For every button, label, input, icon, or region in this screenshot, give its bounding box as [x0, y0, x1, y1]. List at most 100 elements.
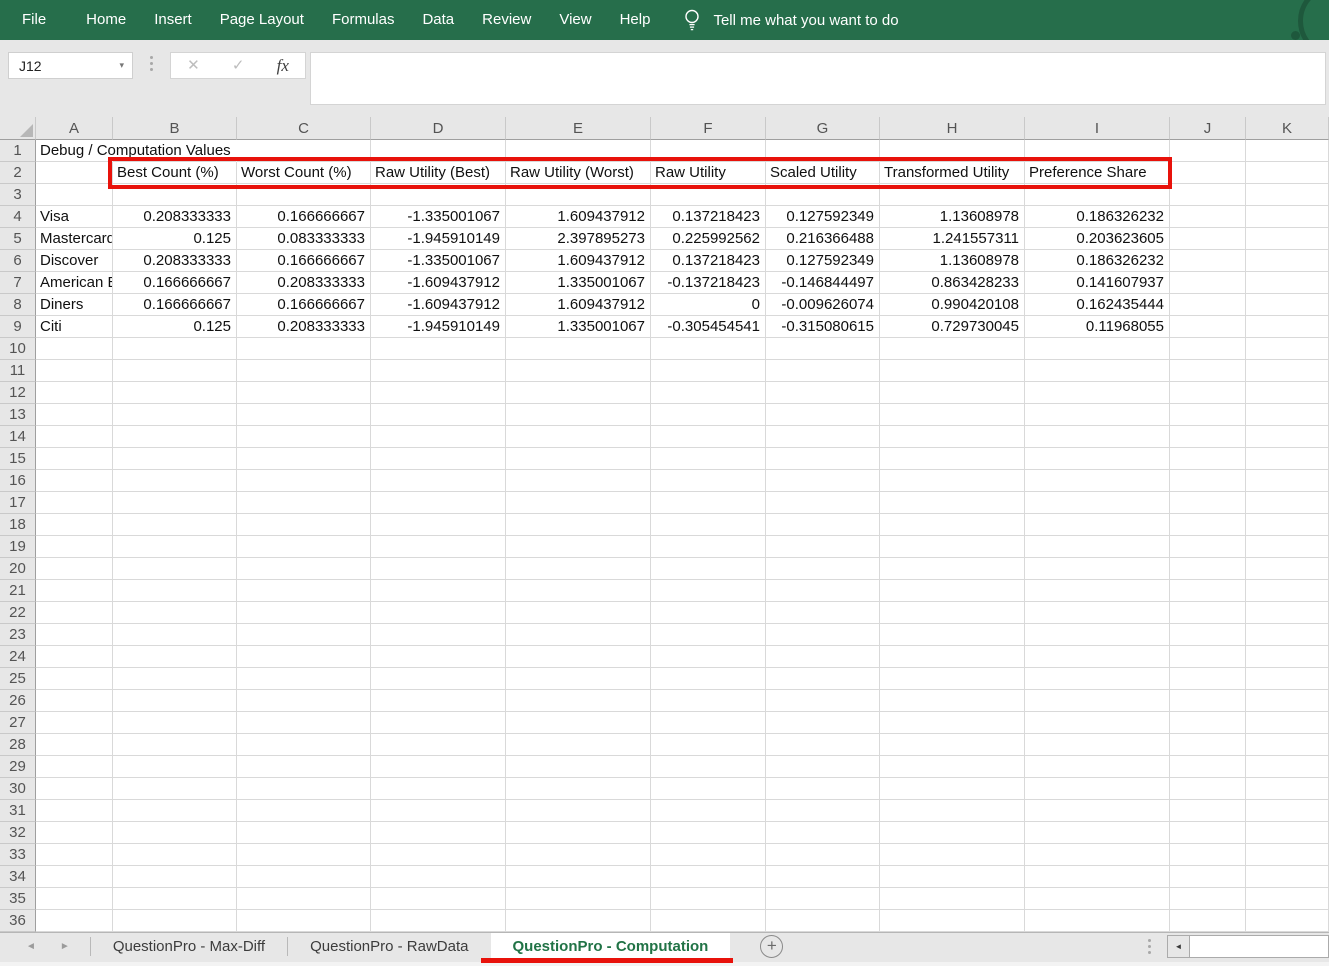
cell-D14[interactable]: [371, 426, 506, 448]
cell-B14[interactable]: [113, 426, 237, 448]
cell-B27[interactable]: [113, 712, 237, 734]
cell-D3[interactable]: [371, 184, 506, 206]
cell-I31[interactable]: [1025, 800, 1170, 822]
cell-J11[interactable]: [1170, 360, 1246, 382]
cell-K21[interactable]: [1246, 580, 1329, 602]
cell-B21[interactable]: [113, 580, 237, 602]
row-header-28[interactable]: 28: [0, 734, 36, 756]
cell-G25[interactable]: [766, 668, 880, 690]
ribbon-tab-insert[interactable]: Insert: [140, 0, 206, 40]
cell-A3[interactable]: [36, 184, 113, 206]
cell-J36[interactable]: [1170, 910, 1246, 932]
cancel-icon[interactable]: ✕: [187, 58, 200, 73]
name-box[interactable]: J12 ▾: [8, 52, 133, 79]
cell-G23[interactable]: [766, 624, 880, 646]
cell-A6[interactable]: Discover: [36, 250, 113, 272]
cell-F25[interactable]: [651, 668, 766, 690]
cell-J17[interactable]: [1170, 492, 1246, 514]
cell-D30[interactable]: [371, 778, 506, 800]
cell-H20[interactable]: [880, 558, 1025, 580]
cell-B2[interactable]: Best Count (%): [113, 162, 237, 184]
cell-J15[interactable]: [1170, 448, 1246, 470]
cell-I32[interactable]: [1025, 822, 1170, 844]
cell-B31[interactable]: [113, 800, 237, 822]
cell-K17[interactable]: [1246, 492, 1329, 514]
cell-B20[interactable]: [113, 558, 237, 580]
cell-F21[interactable]: [651, 580, 766, 602]
cell-G15[interactable]: [766, 448, 880, 470]
cell-G36[interactable]: [766, 910, 880, 932]
cell-C15[interactable]: [237, 448, 371, 470]
cell-G19[interactable]: [766, 536, 880, 558]
cell-K31[interactable]: [1246, 800, 1329, 822]
cell-G27[interactable]: [766, 712, 880, 734]
cell-H23[interactable]: [880, 624, 1025, 646]
cell-K28[interactable]: [1246, 734, 1329, 756]
cell-I3[interactable]: [1025, 184, 1170, 206]
cell-E23[interactable]: [506, 624, 651, 646]
cell-K8[interactable]: [1246, 294, 1329, 316]
cell-F30[interactable]: [651, 778, 766, 800]
cell-A8[interactable]: Diners: [36, 294, 113, 316]
cell-G29[interactable]: [766, 756, 880, 778]
row-header-17[interactable]: 17: [0, 492, 36, 514]
column-header-I[interactable]: I: [1025, 117, 1170, 140]
cell-C22[interactable]: [237, 602, 371, 624]
cell-G21[interactable]: [766, 580, 880, 602]
cell-K34[interactable]: [1246, 866, 1329, 888]
cell-E18[interactable]: [506, 514, 651, 536]
cell-I2[interactable]: Preference Share: [1025, 162, 1170, 184]
cell-F8[interactable]: 0: [651, 294, 766, 316]
cell-C33[interactable]: [237, 844, 371, 866]
cell-F11[interactable]: [651, 360, 766, 382]
row-header-26[interactable]: 26: [0, 690, 36, 712]
cell-D15[interactable]: [371, 448, 506, 470]
cell-E35[interactable]: [506, 888, 651, 910]
cell-F10[interactable]: [651, 338, 766, 360]
cell-H33[interactable]: [880, 844, 1025, 866]
cell-C21[interactable]: [237, 580, 371, 602]
cell-H6[interactable]: 1.13608978: [880, 250, 1025, 272]
cell-A27[interactable]: [36, 712, 113, 734]
cell-C8[interactable]: 0.166666667: [237, 294, 371, 316]
row-header-31[interactable]: 31: [0, 800, 36, 822]
cell-I12[interactable]: [1025, 382, 1170, 404]
cell-D29[interactable]: [371, 756, 506, 778]
cell-F36[interactable]: [651, 910, 766, 932]
cell-H15[interactable]: [880, 448, 1025, 470]
cell-F5[interactable]: 0.225992562: [651, 228, 766, 250]
cell-G24[interactable]: [766, 646, 880, 668]
cell-H13[interactable]: [880, 404, 1025, 426]
cell-A29[interactable]: [36, 756, 113, 778]
cell-E16[interactable]: [506, 470, 651, 492]
cell-D2[interactable]: Raw Utility (Best): [371, 162, 506, 184]
cell-C10[interactable]: [237, 338, 371, 360]
cell-E2[interactable]: Raw Utility (Worst): [506, 162, 651, 184]
cell-K19[interactable]: [1246, 536, 1329, 558]
cell-C1[interactable]: [237, 140, 371, 162]
cell-B10[interactable]: [113, 338, 237, 360]
cell-E17[interactable]: [506, 492, 651, 514]
cell-E4[interactable]: 1.609437912: [506, 206, 651, 228]
row-header-34[interactable]: 34: [0, 866, 36, 888]
cell-J19[interactable]: [1170, 536, 1246, 558]
column-header-J[interactable]: J: [1170, 117, 1246, 140]
cell-D5[interactable]: -1.945910149: [371, 228, 506, 250]
cell-A1[interactable]: Debug / Computation Values: [36, 140, 113, 162]
column-header-F[interactable]: F: [651, 117, 766, 140]
cell-D18[interactable]: [371, 514, 506, 536]
cell-C12[interactable]: [237, 382, 371, 404]
ribbon-tab-data[interactable]: Data: [408, 0, 468, 40]
row-header-32[interactable]: 32: [0, 822, 36, 844]
cell-G11[interactable]: [766, 360, 880, 382]
cell-A20[interactable]: [36, 558, 113, 580]
cell-A14[interactable]: [36, 426, 113, 448]
cell-C25[interactable]: [237, 668, 371, 690]
cell-A17[interactable]: [36, 492, 113, 514]
cell-B4[interactable]: 0.208333333: [113, 206, 237, 228]
cell-I5[interactable]: 0.203623605: [1025, 228, 1170, 250]
cell-K15[interactable]: [1246, 448, 1329, 470]
cell-K14[interactable]: [1246, 426, 1329, 448]
cell-F31[interactable]: [651, 800, 766, 822]
row-header-9[interactable]: 9: [0, 316, 36, 338]
